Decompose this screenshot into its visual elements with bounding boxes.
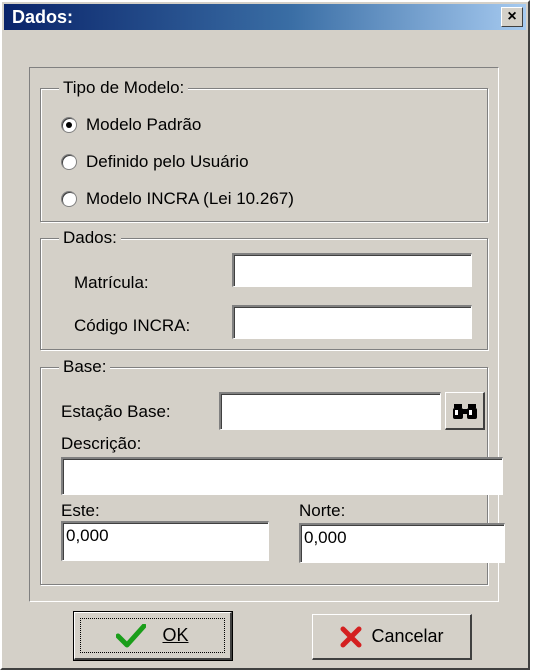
radio-modelo-padrao[interactable]: Modelo Padrão [61,114,201,136]
estacao-base-input[interactable] [219,392,441,430]
base-legend: Base: [59,357,111,377]
tipo-modelo-group: Tipo de Modelo: Modelo Padrão Definido p… [40,78,488,222]
cancel-label: Cancelar [371,626,444,646]
radio-label: Modelo INCRA (Lei 10.267) [86,189,294,208]
ok-button[interactable]: OK [73,611,233,661]
este-input[interactable]: 0,000 [61,521,269,561]
close-button[interactable]: × [501,7,523,27]
matricula-input[interactable] [232,253,472,287]
cancel-button[interactable]: Cancelar [312,614,472,660]
radio-button[interactable] [61,117,77,133]
codigo-incra-input[interactable] [232,305,472,339]
base-group: Base: Estação Base: Descrição: Este: 0,0… [40,357,505,585]
radio-label: Modelo Padrão [86,115,202,134]
matricula-label: Matrícula: [74,273,149,292]
window-title: Dados: [12,7,74,27]
dados-dialog: Dados: × Tipo de Modelo: Modelo Padrão D… [0,0,530,670]
norte-input[interactable]: 0,000 [299,523,505,563]
radio-modelo-incra[interactable]: Modelo INCRA (Lei 10.267) [61,188,294,210]
focus-rectangle [80,618,225,653]
descricao-input[interactable] [61,457,503,495]
radio-definido-usuario[interactable]: Definido pelo Usuário [61,151,249,173]
este-label: Este: [61,501,100,520]
radio-button[interactable] [61,191,77,207]
descricao-label: Descrição: [61,434,142,453]
binoculars-icon [452,403,477,419]
x-mark-icon [340,626,362,647]
tipo-modelo-legend: Tipo de Modelo: [59,78,189,98]
title-bar[interactable]: Dados: × [4,4,526,30]
norte-label: Norte: [299,501,346,520]
estacao-base-label: Estação Base: [61,402,171,421]
dados-group: Dados: Matrícula: Código INCRA: [40,228,488,350]
dados-legend: Dados: [59,228,121,248]
codigo-incra-label: Código INCRA: [74,316,191,335]
radio-label: Definido pelo Usuário [86,152,249,171]
radio-button[interactable] [61,154,77,170]
search-station-button[interactable] [445,392,485,430]
close-icon: × [507,8,517,25]
